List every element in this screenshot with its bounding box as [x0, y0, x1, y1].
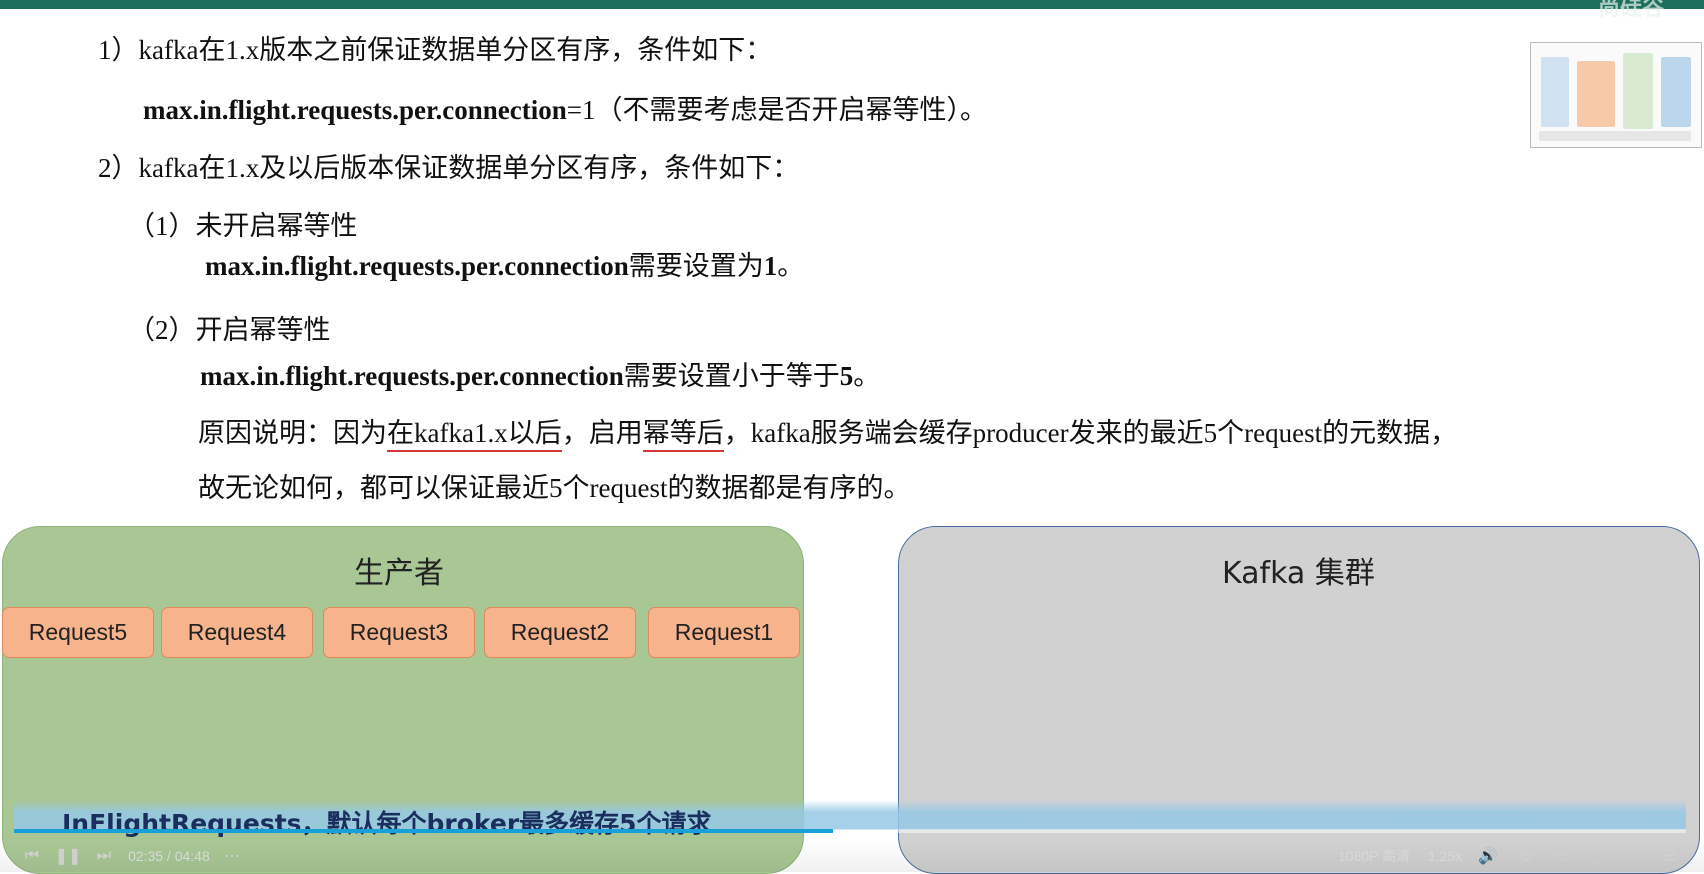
reason-comma: ，: [561, 418, 589, 448]
case1-condition: max.in.flight.requests.per.connection需要设…: [205, 244, 804, 283]
volume-icon[interactable]: 🔊: [1478, 846, 1498, 866]
quality-selector[interactable]: 1080P 高清: [1338, 846, 1410, 866]
case2-config-key: max.in.flight.requests.per.connection: [200, 361, 624, 391]
reason-enable: 启用: [588, 418, 643, 448]
player-controls: ⏮ ❚❚ ⏭ 02:35 / 04:48 ⋯ 1080P 高清 1.25x 🔊 …: [0, 840, 1704, 872]
case2-tail-text: 需要设置小于等于: [623, 361, 840, 391]
rule1-title: 1）kafka在1.x版本之前保证数据单分区有序，条件如下：: [98, 35, 773, 65]
reason-underline-2: 幂等后: [642, 418, 724, 452]
rule1-config-tail: =1（不需要考虑是否开启幂等性）。: [566, 95, 987, 125]
cluster-title: Kafka 集群: [1222, 556, 1375, 591]
case1-config-key: max.in.flight.requests.per.connection: [205, 251, 629, 281]
case1-value: 1: [763, 251, 778, 281]
slide-thumbnail[interactable]: [1530, 42, 1702, 148]
picture-in-picture-icon[interactable]: ▭: [1552, 846, 1572, 866]
widescreen-icon[interactable]: ⬚: [1588, 846, 1608, 866]
case1-tail-end: 。: [777, 251, 805, 281]
pause-icon[interactable]: ❚❚: [55, 846, 82, 866]
rule2-title: 2）kafka在1.x及以后版本保证数据单分区有序，条件如下：: [98, 153, 800, 183]
reason-line-1: 原因说明：因为在kafka1.x以后，启用幂等后，kafka服务端会缓存prod…: [198, 411, 1458, 452]
rule1-config-key: max.in.flight.requests.per.connection: [143, 95, 567, 125]
reason-line-2: 故无论如何，都可以保证最近5个request的数据都是有序的。: [198, 473, 911, 503]
request-box: Request4: [161, 607, 313, 658]
progress-bar[interactable]: [14, 829, 1686, 833]
danmaku-icon[interactable]: ☰: [1660, 846, 1680, 866]
fullscreen-icon[interactable]: ⛶: [1624, 846, 1644, 866]
progress-fill: [14, 829, 834, 833]
thumb-block: [1577, 61, 1615, 127]
producer-title: 生产者: [354, 556, 444, 591]
brand-watermark: 尚硅谷: [1597, 0, 1664, 20]
case2-condition: max.in.flight.requests.per.connection需要设…: [200, 354, 880, 393]
case2-value: 5: [839, 361, 854, 391]
request-box: Request3: [323, 607, 475, 658]
thumb-block: [1541, 57, 1569, 127]
settings-icon[interactable]: ⚙: [1516, 846, 1536, 866]
request-box: Request5: [2, 607, 154, 658]
reason-prefix: 原因说明：因为: [198, 418, 387, 448]
case1-title: （1）未开启幂等性: [128, 211, 358, 241]
thumb-block: [1539, 131, 1691, 141]
time-display: 02:35 / 04:48: [128, 848, 210, 864]
speed-selector[interactable]: 1.25x: [1428, 846, 1462, 866]
thumb-block: [1661, 57, 1691, 127]
next-icon[interactable]: ⏭: [94, 846, 114, 866]
previous-icon[interactable]: ⏮: [22, 846, 42, 866]
reason-rest: ，kafka服务端会缓存producer发来的最近5个request的元数据，: [723, 418, 1458, 448]
case2-title: （2）开启幂等性: [128, 315, 331, 345]
request-box: Request1: [648, 607, 800, 658]
video-subtitle: InFlightRequests，默认每个broker最多缓存5个请求: [62, 809, 712, 838]
slide-header-bar: 尚硅谷: [0, 0, 1704, 20]
case2-tail-end: 。: [853, 361, 881, 391]
reason-underline-1: 在kafka1.x以后: [387, 418, 562, 452]
thumb-block: [1623, 53, 1653, 129]
rule1-condition: max.in.flight.requests.per.connection=1（…: [143, 88, 987, 127]
more-icon[interactable]: ⋯: [222, 846, 242, 866]
request-box: Request2: [484, 607, 636, 658]
case1-tail-text: 需要设置为: [628, 251, 764, 281]
